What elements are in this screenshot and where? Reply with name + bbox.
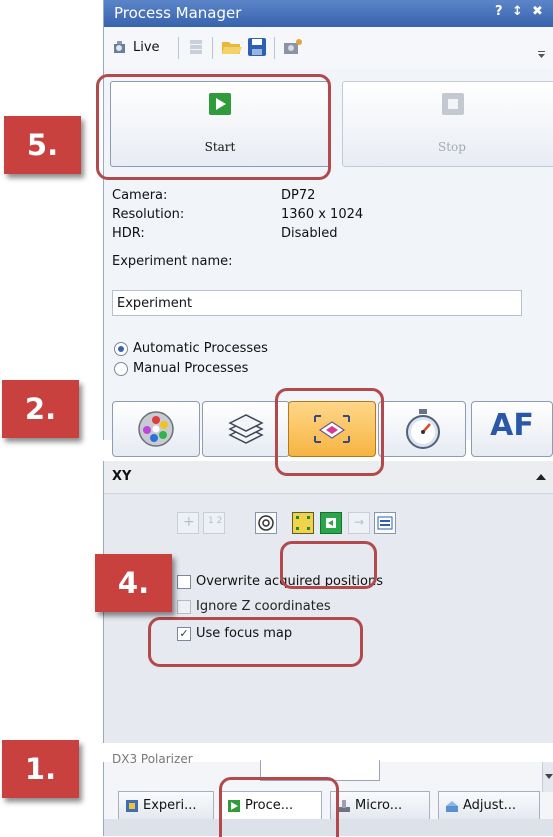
step-4-badge: 4. bbox=[95, 554, 172, 612]
toolbar-overflow-icon[interactable] bbox=[538, 51, 546, 59]
stopwatch-icon bbox=[406, 409, 440, 449]
camera-value: DP72 bbox=[281, 188, 316, 203]
autofocus-button[interactable]: AF bbox=[471, 401, 553, 457]
highlight-use-focus-map bbox=[148, 617, 363, 667]
list-icon bbox=[377, 516, 393, 530]
checkbox-unchecked-icon bbox=[177, 574, 191, 589]
folder-open-icon bbox=[222, 42, 242, 54]
panel-title: Process Manager bbox=[114, 4, 242, 22]
save-icon bbox=[248, 38, 266, 56]
position-list-button[interactable] bbox=[374, 512, 396, 534]
highlight-start bbox=[96, 74, 331, 180]
stack-icon bbox=[190, 40, 202, 54]
checkbox-disabled-icon bbox=[177, 599, 191, 614]
experiment-name-label: Experiment name: bbox=[112, 254, 233, 269]
pin-icon[interactable]: ↕ bbox=[512, 4, 523, 19]
automatic-processes-label: Automatic Processes bbox=[133, 341, 268, 356]
xy-panel-title: XY bbox=[112, 469, 132, 484]
resolution-label: Resolution: bbox=[112, 207, 185, 222]
highlight-xy-button bbox=[275, 388, 384, 476]
process-manager-panel: Process Manager ? ↕ ✖ Live Start Stop Ca… bbox=[103, 0, 553, 457]
layers-icon bbox=[228, 414, 264, 444]
highlight-focus-buttons bbox=[280, 541, 377, 589]
move-arrow-button[interactable]: → bbox=[348, 512, 370, 534]
stop-button[interactable]: Stop bbox=[342, 81, 553, 167]
step-2-badge: 2. bbox=[2, 380, 79, 438]
add-icon: + bbox=[183, 514, 195, 530]
close-icon[interactable]: ✖ bbox=[532, 4, 543, 19]
scrollbar[interactable] bbox=[542, 762, 553, 792]
ignore-z-label: Ignore Z coordinates bbox=[196, 599, 331, 614]
ignore-z-checkbox[interactable]: Ignore Z coordinates bbox=[177, 599, 331, 614]
highlight-process-tab bbox=[219, 777, 339, 837]
live-camera-icon bbox=[114, 41, 125, 53]
manual-processes-radio[interactable]: Manual Processes bbox=[114, 361, 248, 376]
open-button[interactable] bbox=[221, 36, 243, 58]
target-icon bbox=[258, 515, 274, 531]
toolbar-separator bbox=[212, 37, 213, 59]
tab-label: Adjust... bbox=[463, 798, 517, 813]
tab-label: Micro... bbox=[355, 798, 403, 813]
focus-map-generate-button[interactable] bbox=[320, 512, 342, 534]
tab-experiment[interactable]: Experi... bbox=[118, 791, 214, 819]
experiment-name-field[interactable] bbox=[112, 290, 522, 316]
stack-button[interactable] bbox=[186, 36, 206, 58]
tab-label: Experi... bbox=[143, 798, 197, 813]
stop-icon bbox=[442, 93, 464, 115]
settings-button[interactable] bbox=[282, 36, 304, 58]
scroll-down-icon[interactable] bbox=[545, 774, 553, 779]
manual-processes-label: Manual Processes bbox=[133, 361, 249, 376]
live-button[interactable]: Live bbox=[112, 36, 160, 58]
arrow-right-icon: → bbox=[354, 515, 365, 529]
toolbar-separator bbox=[178, 37, 179, 59]
add-position-button[interactable]: + bbox=[177, 512, 199, 534]
multichannel-button[interactable] bbox=[112, 401, 200, 457]
numbered-icon: 1 2 bbox=[208, 516, 223, 526]
arrow-left-icon bbox=[326, 518, 336, 528]
process-toolbar: Live bbox=[104, 27, 553, 69]
step-5-badge: 5. bbox=[4, 116, 81, 174]
help-icon[interactable]: ? bbox=[495, 4, 503, 19]
camera-settings-icon bbox=[284, 39, 302, 54]
focus-map-corners-button[interactable] bbox=[292, 512, 314, 534]
multichannel-icon bbox=[138, 411, 174, 447]
microscope-icon bbox=[338, 799, 350, 812]
autofocus-icon: AF bbox=[490, 408, 534, 443]
partial-list-item: DX3 Polarizer bbox=[112, 752, 193, 766]
adjust-icon bbox=[446, 800, 458, 812]
collapse-icon[interactable] bbox=[536, 473, 546, 481]
save-button[interactable] bbox=[247, 36, 267, 58]
tab-microscope[interactable]: Micro... bbox=[330, 791, 430, 819]
stop-label: Stop bbox=[438, 140, 466, 154]
radio-unselected-icon bbox=[114, 361, 128, 376]
hdr-value: Disabled bbox=[281, 226, 338, 241]
radio-selected-icon bbox=[114, 341, 128, 356]
live-label: Live bbox=[133, 39, 160, 55]
process-manager-titlebar: Process Manager ? ↕ ✖ bbox=[104, 0, 553, 27]
automatic-processes-radio[interactable]: Automatic Processes bbox=[114, 341, 268, 356]
toolbar-separator bbox=[274, 37, 275, 59]
resolution-value: 1360 x 1024 bbox=[281, 207, 364, 222]
tab-adjust[interactable]: Adjust... bbox=[438, 791, 540, 819]
time-lapse-button[interactable] bbox=[378, 401, 466, 457]
hdr-label: HDR: bbox=[112, 226, 145, 241]
focus-corners-icon bbox=[296, 516, 310, 530]
experiment-icon bbox=[126, 799, 138, 812]
numbered-positions-button[interactable]: 1 2 bbox=[203, 512, 225, 534]
target-position-button[interactable] bbox=[255, 512, 277, 534]
step-1-badge: 1. bbox=[2, 740, 79, 798]
camera-label: Camera: bbox=[112, 188, 168, 203]
